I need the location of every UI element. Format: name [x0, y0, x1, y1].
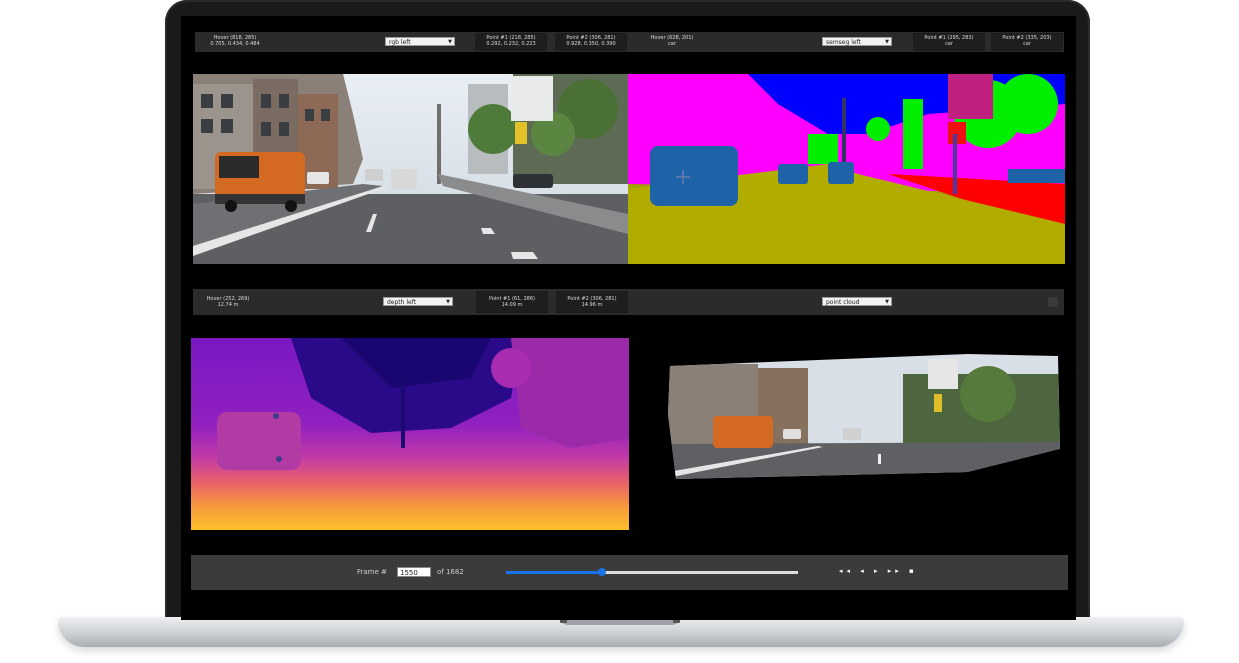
- semseg-left-image[interactable]: [628, 74, 1065, 264]
- chevron-down-icon: ▼: [885, 39, 889, 45]
- frame-total: of 1682: [437, 568, 464, 576]
- frame-label: Frame #: [357, 568, 387, 576]
- point2-readout: Point #2 (306, 281) 0.928, 0.350, 0.390: [555, 33, 627, 51]
- point1-readout: Point #1 (218, 285) 0.292, 0.232, 0.223: [475, 33, 547, 51]
- right-point1-readout: Point #1 (295, 283) car: [913, 33, 985, 51]
- mid-right-view-select-value: point cloud: [826, 299, 860, 306]
- right-hover-readout: Hover (628, 201) car: [650, 35, 694, 47]
- chevron-down-icon: ▼: [446, 299, 450, 305]
- hover-readout: Hover (818, 285) 0.705, 0.434, 0.484: [210, 35, 260, 47]
- frame-slider-thumb[interactable]: [598, 568, 607, 576]
- playback-bar: Frame # 1550 of 1682 ◂◂ ◂ ▸ ▸▸ ▪: [191, 555, 1068, 590]
- frame-slider[interactable]: [506, 568, 798, 576]
- chevron-down-icon: ▼: [448, 39, 452, 45]
- top-info-bar: Hover (818, 285) 0.705, 0.434, 0.484 rgb…: [195, 32, 1064, 52]
- settings-toggle[interactable]: [1048, 297, 1058, 307]
- depth-hover-readout: Hover (252, 269) 12.74 m: [206, 296, 250, 308]
- rgb-left-image[interactable]: [193, 74, 628, 264]
- chevron-down-icon: ▼: [885, 299, 889, 305]
- app-screen: Hover (818, 285) 0.705, 0.434, 0.484 rgb…: [181, 16, 1076, 620]
- mid-left-view-select-value: depth left: [387, 299, 417, 306]
- playback-controls[interactable]: ◂◂ ◂ ▸ ▸▸ ▪: [839, 567, 918, 575]
- top-left-view-select-value: rgb left: [389, 39, 411, 46]
- top-left-view-select[interactable]: rgb left ▼: [385, 37, 455, 46]
- mid-info-bar: Hover (252, 269) 12.74 m depth left ▼ Po…: [193, 289, 1064, 315]
- top-right-view-select[interactable]: semseg left ▼: [822, 37, 892, 46]
- point-cloud-view[interactable]: [668, 354, 1063, 479]
- frame-number-input[interactable]: 1550: [397, 567, 431, 577]
- depth-point2-readout: Point #2 (306, 281) 14.96 m: [556, 291, 628, 313]
- top-right-view-select-value: semseg left: [826, 39, 861, 46]
- depth-point1-readout: Point #1 (61, 286) 14.09 m: [476, 291, 548, 313]
- mid-left-view-select[interactable]: depth left ▼: [383, 297, 453, 306]
- right-point2-readout: Point #2 (335, 203) car: [991, 33, 1063, 51]
- mid-right-view-select[interactable]: point cloud ▼: [822, 297, 892, 306]
- depth-left-image[interactable]: [191, 338, 629, 530]
- frame-slider-fill: [506, 571, 603, 574]
